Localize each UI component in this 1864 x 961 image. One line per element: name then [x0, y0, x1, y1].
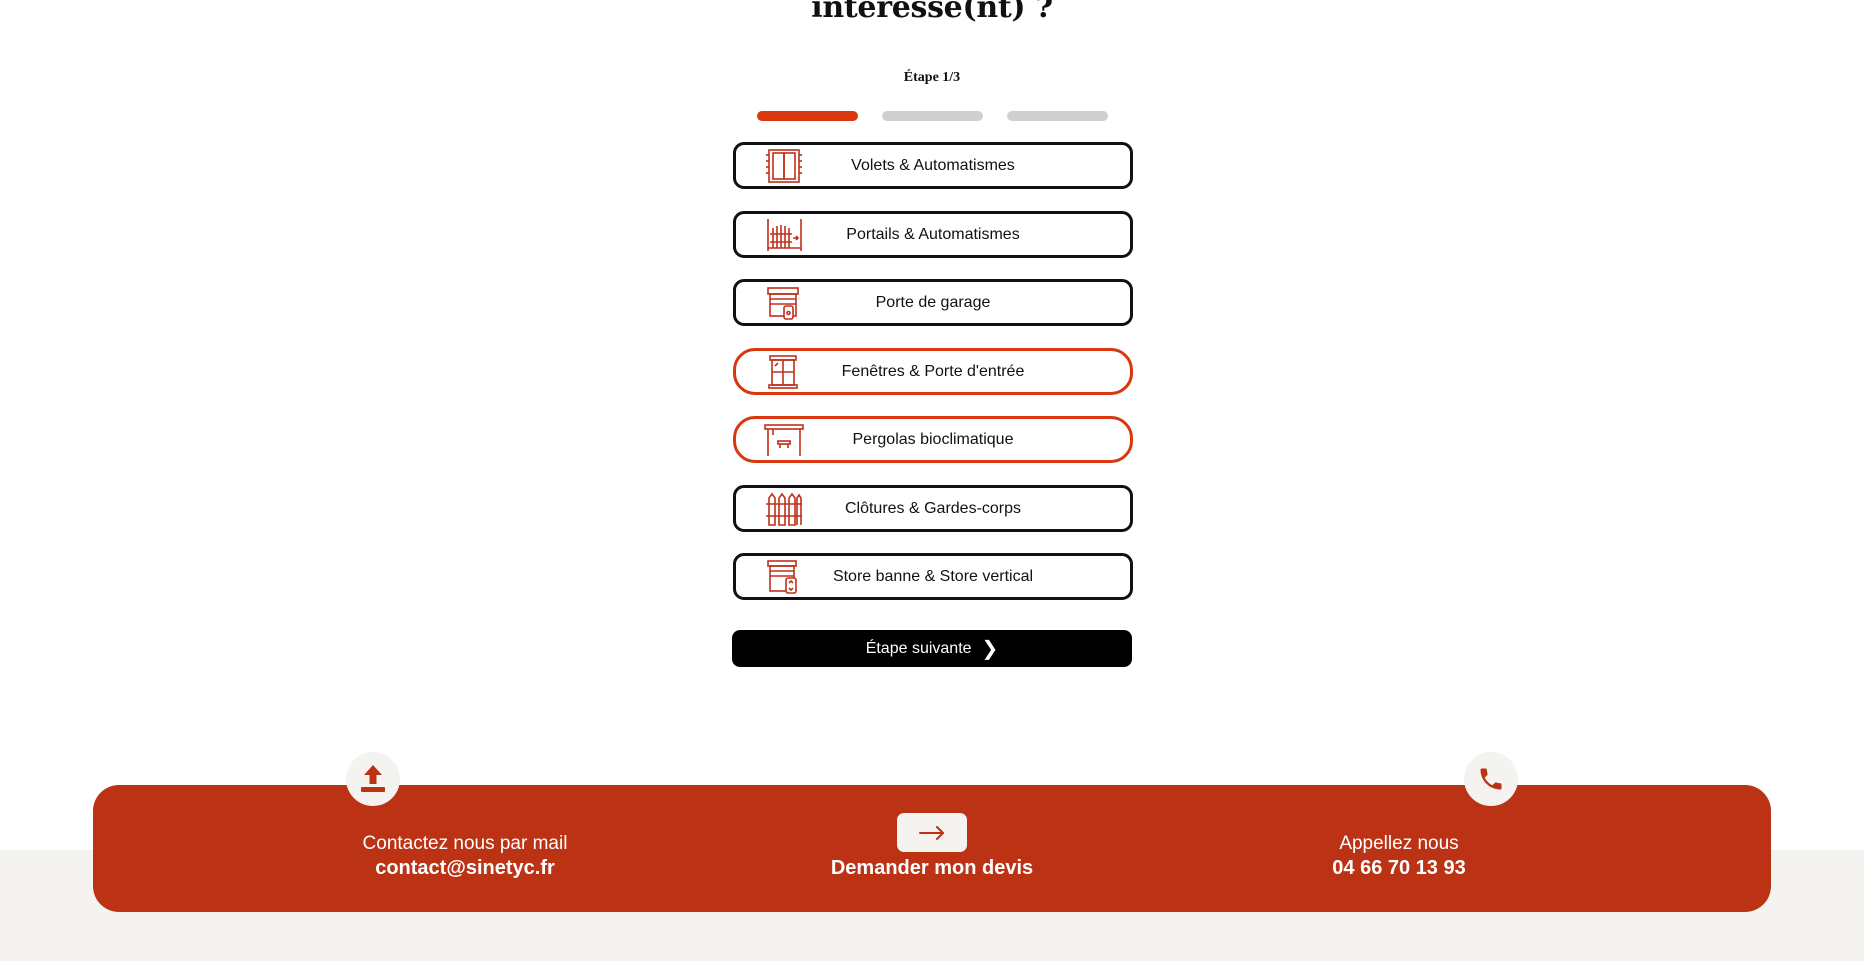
chevron-right-icon: ❯ — [981, 637, 999, 660]
option-label: Store banne & Store vertical — [832, 568, 1034, 585]
mail-label: Contactez nous par mail — [362, 833, 568, 854]
option-pergolas[interactable]: Pergolas bioclimatique — [733, 416, 1133, 463]
option-label: Volets & Automatismes — [851, 157, 1015, 174]
option-label: Pergolas bioclimatique — [852, 431, 1014, 448]
option-label: Portails & Automatismes — [846, 225, 1020, 243]
phone-icon[interactable] — [1464, 752, 1518, 806]
next-step-button[interactable]: Étape suivante ❯ — [732, 630, 1132, 667]
mail-address[interactable]: contact@sinetyc.fr — [255, 857, 675, 880]
product-options: Volets & Automatismes Portails & Automat… — [733, 142, 1133, 622]
option-portails[interactable]: Portails & Automatismes — [733, 210, 1133, 258]
quote-button[interactable] — [897, 813, 967, 852]
upload-glyph — [361, 765, 385, 792]
option-volets[interactable]: Volets & Automatismes — [733, 142, 1133, 189]
next-step-label: Étape suivante — [865, 639, 972, 657]
option-store[interactable]: Store banne & Store vertical — [733, 553, 1133, 600]
page-title: intéresse(nt) ? — [811, 0, 1053, 25]
upload-icon[interactable] — [346, 752, 400, 806]
option-clotures[interactable]: Clôtures & Gardes-corps — [733, 484, 1133, 532]
option-porte-garage[interactable]: Porte de garage — [733, 279, 1133, 326]
option-label: Clôtures & Gardes-corps — [844, 499, 1022, 517]
quote-label[interactable]: Demander mon devis — [722, 857, 1142, 880]
mail-contact[interactable]: Contactez nous par mail contact@sinetyc.… — [255, 785, 675, 912]
option-label: Porte de garage — [875, 294, 991, 311]
progress-step-2 — [882, 111, 983, 121]
phone-number[interactable]: 04 66 70 13 93 — [1189, 857, 1609, 880]
option-fenetres[interactable]: Fenêtres & Porte d'entrée — [733, 347, 1133, 395]
arrow-right-icon — [919, 825, 944, 840]
phone-label: Appellez nous — [1339, 833, 1459, 854]
phone-contact[interactable]: Appellez nous 04 66 70 13 93 — [1189, 785, 1609, 912]
step-indicator: Étape 1/3 — [903, 70, 961, 85]
progress-step-1 — [757, 111, 858, 121]
page: intéresse(nt) ? Étape 1/3 Volets & Autom… — [0, 0, 1864, 961]
progress-bar — [757, 111, 1108, 121]
option-label: Fenêtres & Porte d'entrée — [841, 362, 1025, 380]
progress-step-3 — [1007, 111, 1108, 121]
phone-glyph — [1480, 768, 1502, 790]
